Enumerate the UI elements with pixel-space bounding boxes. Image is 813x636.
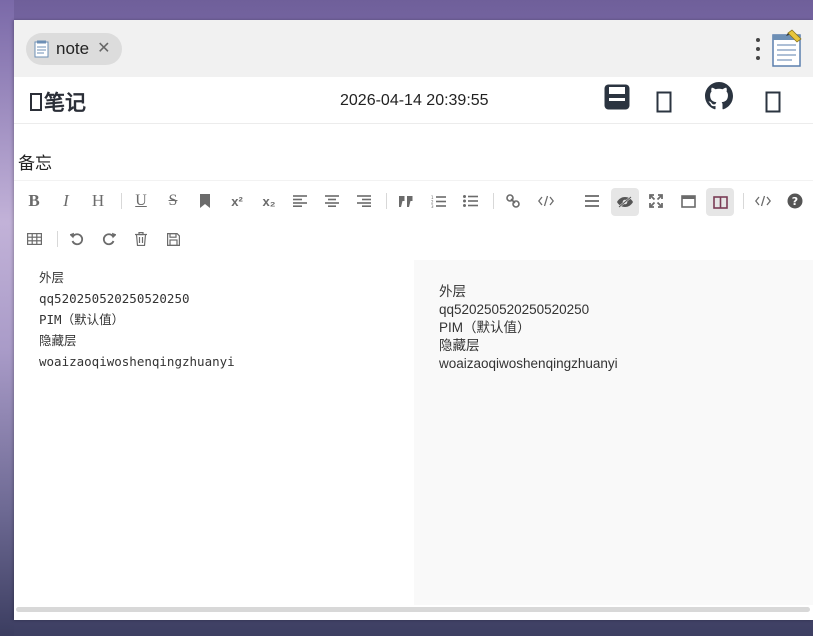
tab-label: note xyxy=(56,39,90,58)
ordered-list-button[interactable]: 123 xyxy=(425,188,451,214)
notepad-app-icon xyxy=(770,28,804,68)
toolbar-separator xyxy=(743,193,744,209)
align-center-button[interactable] xyxy=(319,188,345,214)
superscript-button[interactable]: x² xyxy=(224,188,250,214)
table-button[interactable] xyxy=(21,226,47,252)
menu-icon xyxy=(585,195,599,207)
code-icon xyxy=(755,195,771,207)
preview-line: woaizaoqiwoshenqingzhuanyi xyxy=(439,356,618,371)
note-icon xyxy=(34,40,50,58)
bookmark-icon xyxy=(200,194,210,208)
fullscreen-button[interactable] xyxy=(643,188,669,214)
save-icon[interactable] xyxy=(603,83,631,116)
align-center-icon xyxy=(325,195,339,207)
preview-line: qq520250520250520250 xyxy=(439,302,590,317)
markdown-editor[interactable]: 外层 qq520250520250520250 PIM（默认值） 隐藏层 woa… xyxy=(14,260,414,605)
note-title-input[interactable] xyxy=(14,144,813,178)
editor-line: qq520250520250520250 xyxy=(39,291,190,306)
undo-button[interactable] xyxy=(64,226,90,252)
svg-text:?: ? xyxy=(792,195,798,208)
code-icon xyxy=(538,195,554,207)
heading-button[interactable]: H xyxy=(85,188,111,214)
align-left-icon xyxy=(293,195,307,207)
align-left-button[interactable] xyxy=(287,188,313,214)
underline-button[interactable]: U xyxy=(128,188,154,214)
preview-line: 外层 xyxy=(439,284,466,299)
toggle-preview-button[interactable] xyxy=(611,188,639,216)
window-icon xyxy=(680,194,696,208)
trash-icon xyxy=(135,232,147,246)
svg-text:3: 3 xyxy=(431,204,434,208)
preview-line: 隐藏层 xyxy=(439,338,480,353)
align-right-button[interactable] xyxy=(351,188,377,214)
missing-glyph-icon[interactable] xyxy=(765,91,781,118)
github-icon[interactable] xyxy=(705,82,733,115)
ordered-list-icon: 123 xyxy=(431,195,446,208)
editor-line: woaizaoqiwoshenqingzhuanyi xyxy=(39,354,235,369)
markdown-preview: 外层 qq520250520250520250 PIM（默认值） 隐藏层 woa… xyxy=(414,260,813,605)
editor-line: 外层 xyxy=(39,270,65,285)
save-icon xyxy=(166,232,180,246)
desktop-background xyxy=(0,0,14,636)
more-menu-icon[interactable] xyxy=(756,38,762,60)
horizontal-scrollbar[interactable] xyxy=(16,607,810,612)
close-icon[interactable]: ✕ xyxy=(97,41,110,57)
editor-toolbar: B I H U S x² x₂ 123 ? xyxy=(14,180,813,261)
quote-icon xyxy=(399,195,413,207)
link-icon xyxy=(506,194,520,208)
quote-button[interactable] xyxy=(393,188,419,214)
menu-button[interactable] xyxy=(579,188,605,214)
tab-bar: note ✕ xyxy=(14,20,813,77)
missing-glyph-icon xyxy=(30,93,42,111)
app-header: 笔记 2026-04-14 20:39:55 xyxy=(14,77,813,124)
toolbar-separator xyxy=(121,193,122,209)
unordered-list-button[interactable] xyxy=(457,188,483,214)
editor-line: 隐藏层 xyxy=(39,333,77,348)
undo-icon xyxy=(70,232,84,246)
toolbar-separator xyxy=(493,193,494,209)
bookmark-button[interactable] xyxy=(192,188,218,214)
save-button[interactable] xyxy=(160,226,186,252)
app-brand: 笔记 xyxy=(30,87,86,117)
toolbar-separator xyxy=(57,231,58,247)
eye-slash-icon xyxy=(617,196,633,208)
source-code-button[interactable] xyxy=(750,188,776,214)
link-button[interactable] xyxy=(500,188,526,214)
app-window: note ✕ 笔记 2026-04-14 20:39:55 备忘 B I H U… xyxy=(14,20,813,620)
clock: 2026-04-14 20:39:55 xyxy=(340,92,489,109)
redo-icon xyxy=(102,232,116,246)
subscript-button[interactable]: x₂ xyxy=(256,188,282,214)
bold-button[interactable]: B xyxy=(21,188,47,214)
missing-glyph-icon[interactable] xyxy=(656,91,672,118)
redo-button[interactable] xyxy=(96,226,122,252)
help-icon: ? xyxy=(787,193,803,209)
expand-icon xyxy=(649,194,663,208)
unordered-list-icon xyxy=(462,195,478,207)
table-icon xyxy=(26,233,42,245)
code-button[interactable] xyxy=(533,188,559,214)
columns-icon xyxy=(712,195,728,209)
tab-note[interactable]: note ✕ xyxy=(26,33,122,65)
italic-button[interactable]: I xyxy=(53,188,79,214)
split-view-button[interactable] xyxy=(706,188,734,216)
brand-text: 笔记 xyxy=(44,92,86,115)
help-button[interactable]: ? xyxy=(782,188,808,214)
align-right-icon xyxy=(357,195,371,207)
strikethrough-button[interactable]: S xyxy=(160,188,186,214)
toolbar-separator xyxy=(386,193,387,209)
window-button[interactable] xyxy=(675,188,701,214)
editor-line: PIM（默认值） xyxy=(39,312,125,327)
clear-button[interactable] xyxy=(128,226,154,252)
preview-line: PIM（默认值） xyxy=(439,320,531,335)
